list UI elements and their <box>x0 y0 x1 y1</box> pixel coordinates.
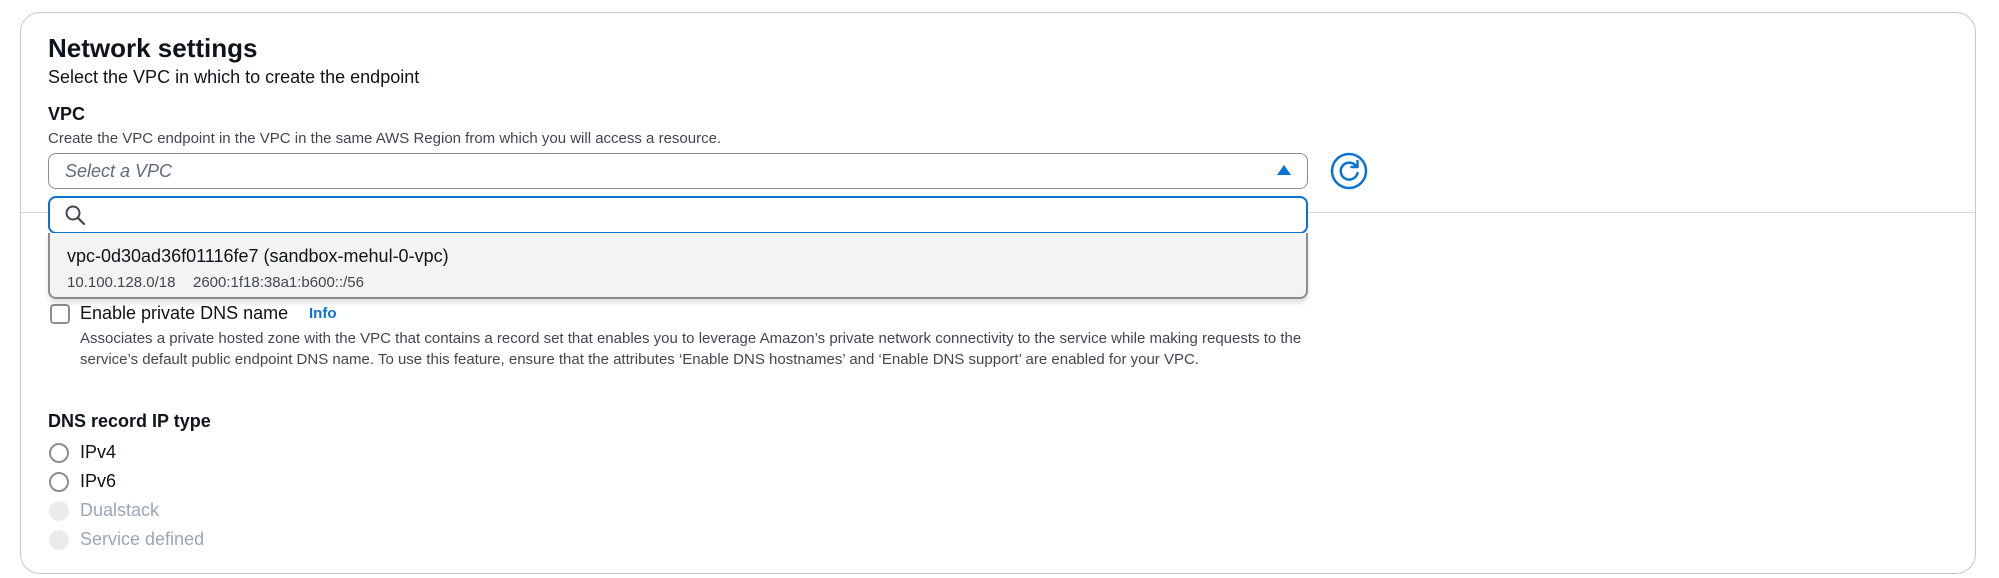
vpc-select-placeholder: Select a VPC <box>65 161 173 181</box>
vpc-select[interactable]: Select a VPC <box>48 153 1308 189</box>
vpc-search-box[interactable] <box>48 196 1308 234</box>
radio-dualstack-label: Dualstack <box>80 500 160 520</box>
vpc-description: Create the VPC endpoint in the VPC in th… <box>48 130 722 147</box>
vpc-dropdown-list: vpc-0d30ad36f01116fe7 (sandbox-mehul-0-v… <box>48 233 1308 299</box>
network-settings-panel: Network settings Select the VPC in which… <box>20 12 1976 574</box>
section-title: Network settings <box>48 33 258 63</box>
dns-record-ip-type-label: DNS record IP type <box>48 411 211 431</box>
refresh-icon[interactable] <box>1330 152 1368 190</box>
vpc-label: VPC <box>48 104 86 124</box>
radio-ipv4[interactable] <box>49 443 69 463</box>
vpc-option-ipv4-cidr: 10.100.128.0/18 <box>67 274 176 291</box>
radio-service-defined <box>49 530 69 550</box>
private-dns-label: Enable private DNS name <box>80 303 289 323</box>
private-dns-description: Associates a private hosted zone with th… <box>80 330 1302 368</box>
section-subtitle: Select the VPC in which to create the en… <box>48 67 420 87</box>
radio-ipv6-label: IPv6 <box>80 471 117 491</box>
search-icon <box>65 205 86 226</box>
vpc-search-input[interactable] <box>94 202 1288 230</box>
radio-ipv4-label: IPv4 <box>80 442 117 462</box>
caret-up-icon <box>1277 165 1291 175</box>
radio-dualstack <box>49 501 69 521</box>
private-dns-checkbox[interactable] <box>50 304 70 324</box>
radio-ipv6[interactable] <box>49 472 69 492</box>
private-dns-info-link[interactable]: Info <box>309 305 337 322</box>
vpc-option-title[interactable]: vpc-0d30ad36f01116fe7 (sandbox-mehul-0-v… <box>67 246 449 267</box>
radio-service-defined-label: Service defined <box>80 529 205 549</box>
vpc-option-ipv6-cidr: 2600:1f18:38a1:b600::/56 <box>193 274 364 291</box>
